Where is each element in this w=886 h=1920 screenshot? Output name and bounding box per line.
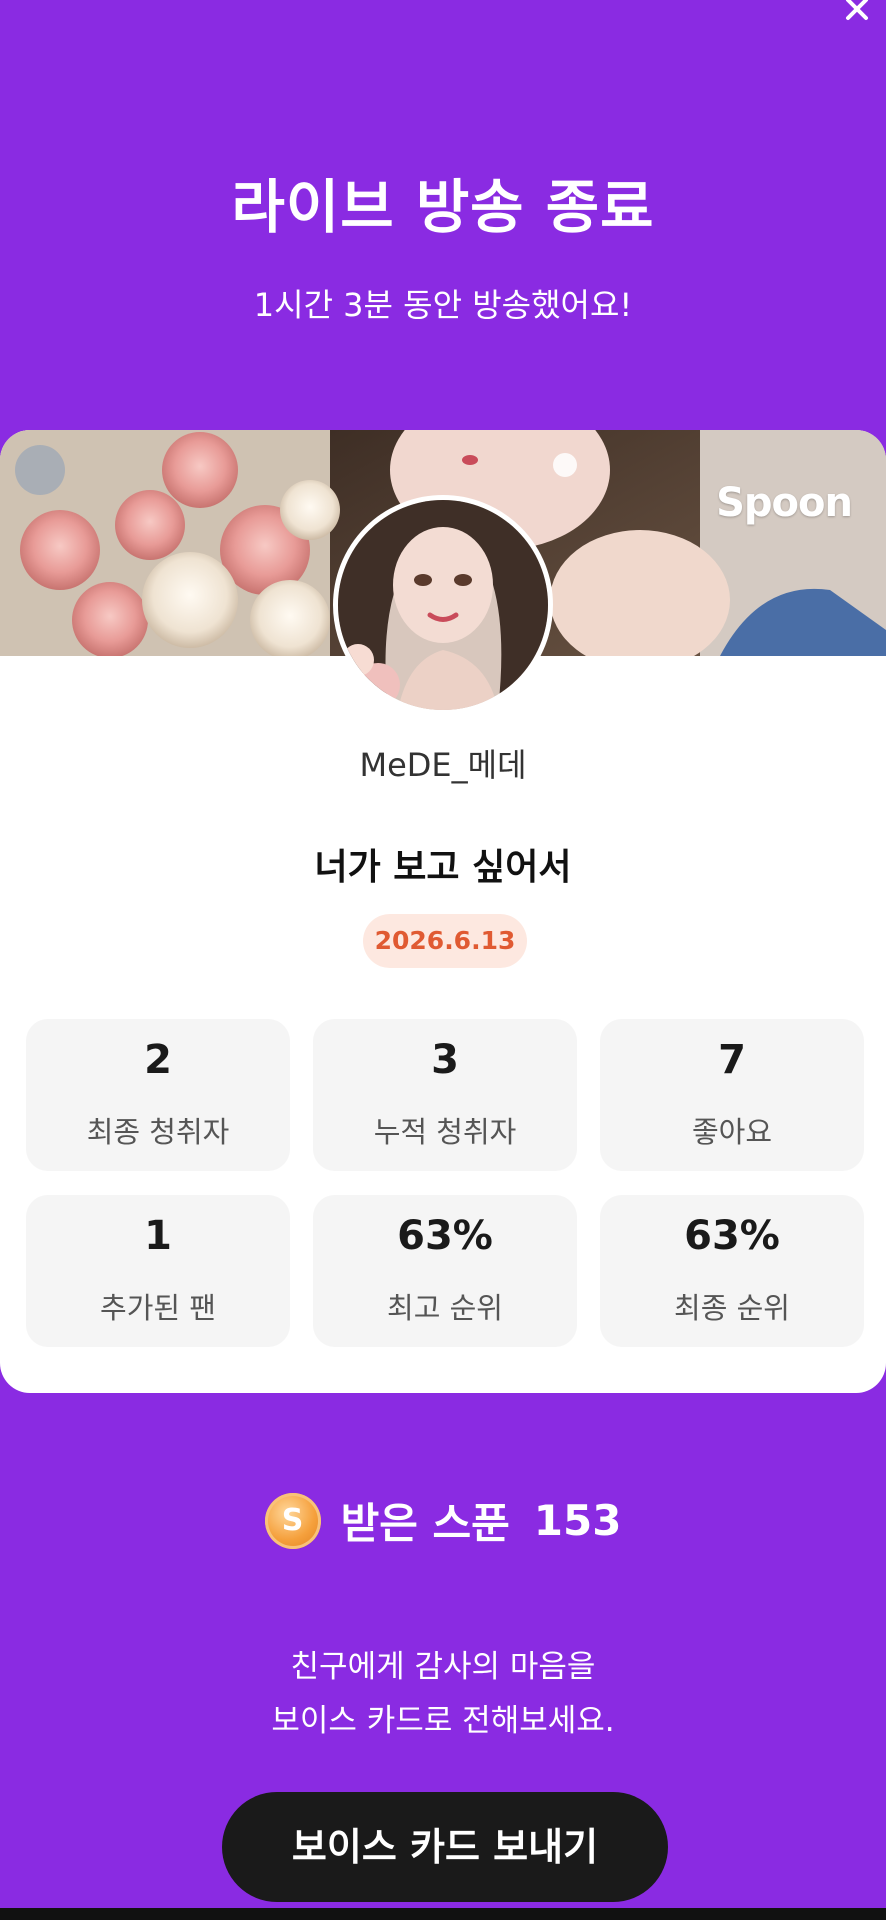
stat-value: 3: [431, 1037, 459, 1083]
spoon-coin-icon: S: [264, 1492, 321, 1549]
stat-value: 1: [144, 1213, 172, 1259]
stat-value: 63%: [684, 1213, 780, 1259]
bottom-edge: [0, 1908, 886, 1920]
stat-value: 63%: [397, 1213, 493, 1259]
stat-final-listeners: 2 최종 청취자: [26, 1019, 290, 1171]
stat-label: 최종 순위: [674, 1291, 790, 1325]
stat-final-rank: 63% 최종 순위: [600, 1195, 864, 1347]
avatar: [333, 495, 553, 715]
stat-value: 2: [144, 1037, 172, 1083]
live-end-screen: 라이브 방송 종료 1시간 3분 동안 방송했어요! Spoon MeDE_메데…: [0, 0, 886, 1920]
live-summary-card: Spoon MeDE_메데 너가 보고 싶어서 2026.6.13 2 최종 청…: [0, 430, 886, 1393]
broadcast-duration-text: 1시간 3분 동안 방송했어요!: [253, 286, 633, 324]
thanks-line-2: 보이스 카드로 전해보세요.: [271, 1703, 615, 1739]
stat-label: 최종 청취자: [86, 1115, 230, 1149]
thanks-message: 친구에게 감사의 마음을 보이스 카드로 전해보세요.: [0, 1640, 886, 1748]
page-title: 라이브 방송 종료: [231, 173, 655, 241]
received-spoons-count: 153: [533, 1496, 622, 1545]
stat-value: 7: [718, 1037, 746, 1083]
spoon-brand-logo: Spoon: [716, 480, 853, 526]
date-badge: 2026.6.13: [363, 914, 527, 968]
received-spoons-label: 받은 스푼: [340, 1499, 510, 1548]
stat-label: 좋아요: [691, 1115, 773, 1149]
stat-new-fans: 1 추가된 팬: [26, 1195, 290, 1347]
send-voice-card-button[interactable]: 보이스 카드 보내기: [222, 1792, 668, 1902]
stat-label: 누적 청취자: [373, 1115, 517, 1149]
username: MeDE_메데: [359, 746, 527, 784]
close-icon: [826, 0, 886, 30]
stat-total-listeners: 3 누적 청취자: [313, 1019, 577, 1171]
live-title: 너가 보고 싶어서: [314, 847, 572, 888]
received-spoons: S 받은 스푼 153: [0, 1490, 886, 1550]
thanks-line-1: 친구에게 감사의 마음을: [290, 1649, 596, 1685]
close-button[interactable]: [826, 0, 886, 30]
stat-label: 최고 순위: [387, 1291, 503, 1325]
stat-best-rank: 63% 최고 순위: [313, 1195, 577, 1347]
stat-likes: 7 좋아요: [600, 1019, 864, 1171]
stat-label: 추가된 팬: [100, 1291, 216, 1325]
